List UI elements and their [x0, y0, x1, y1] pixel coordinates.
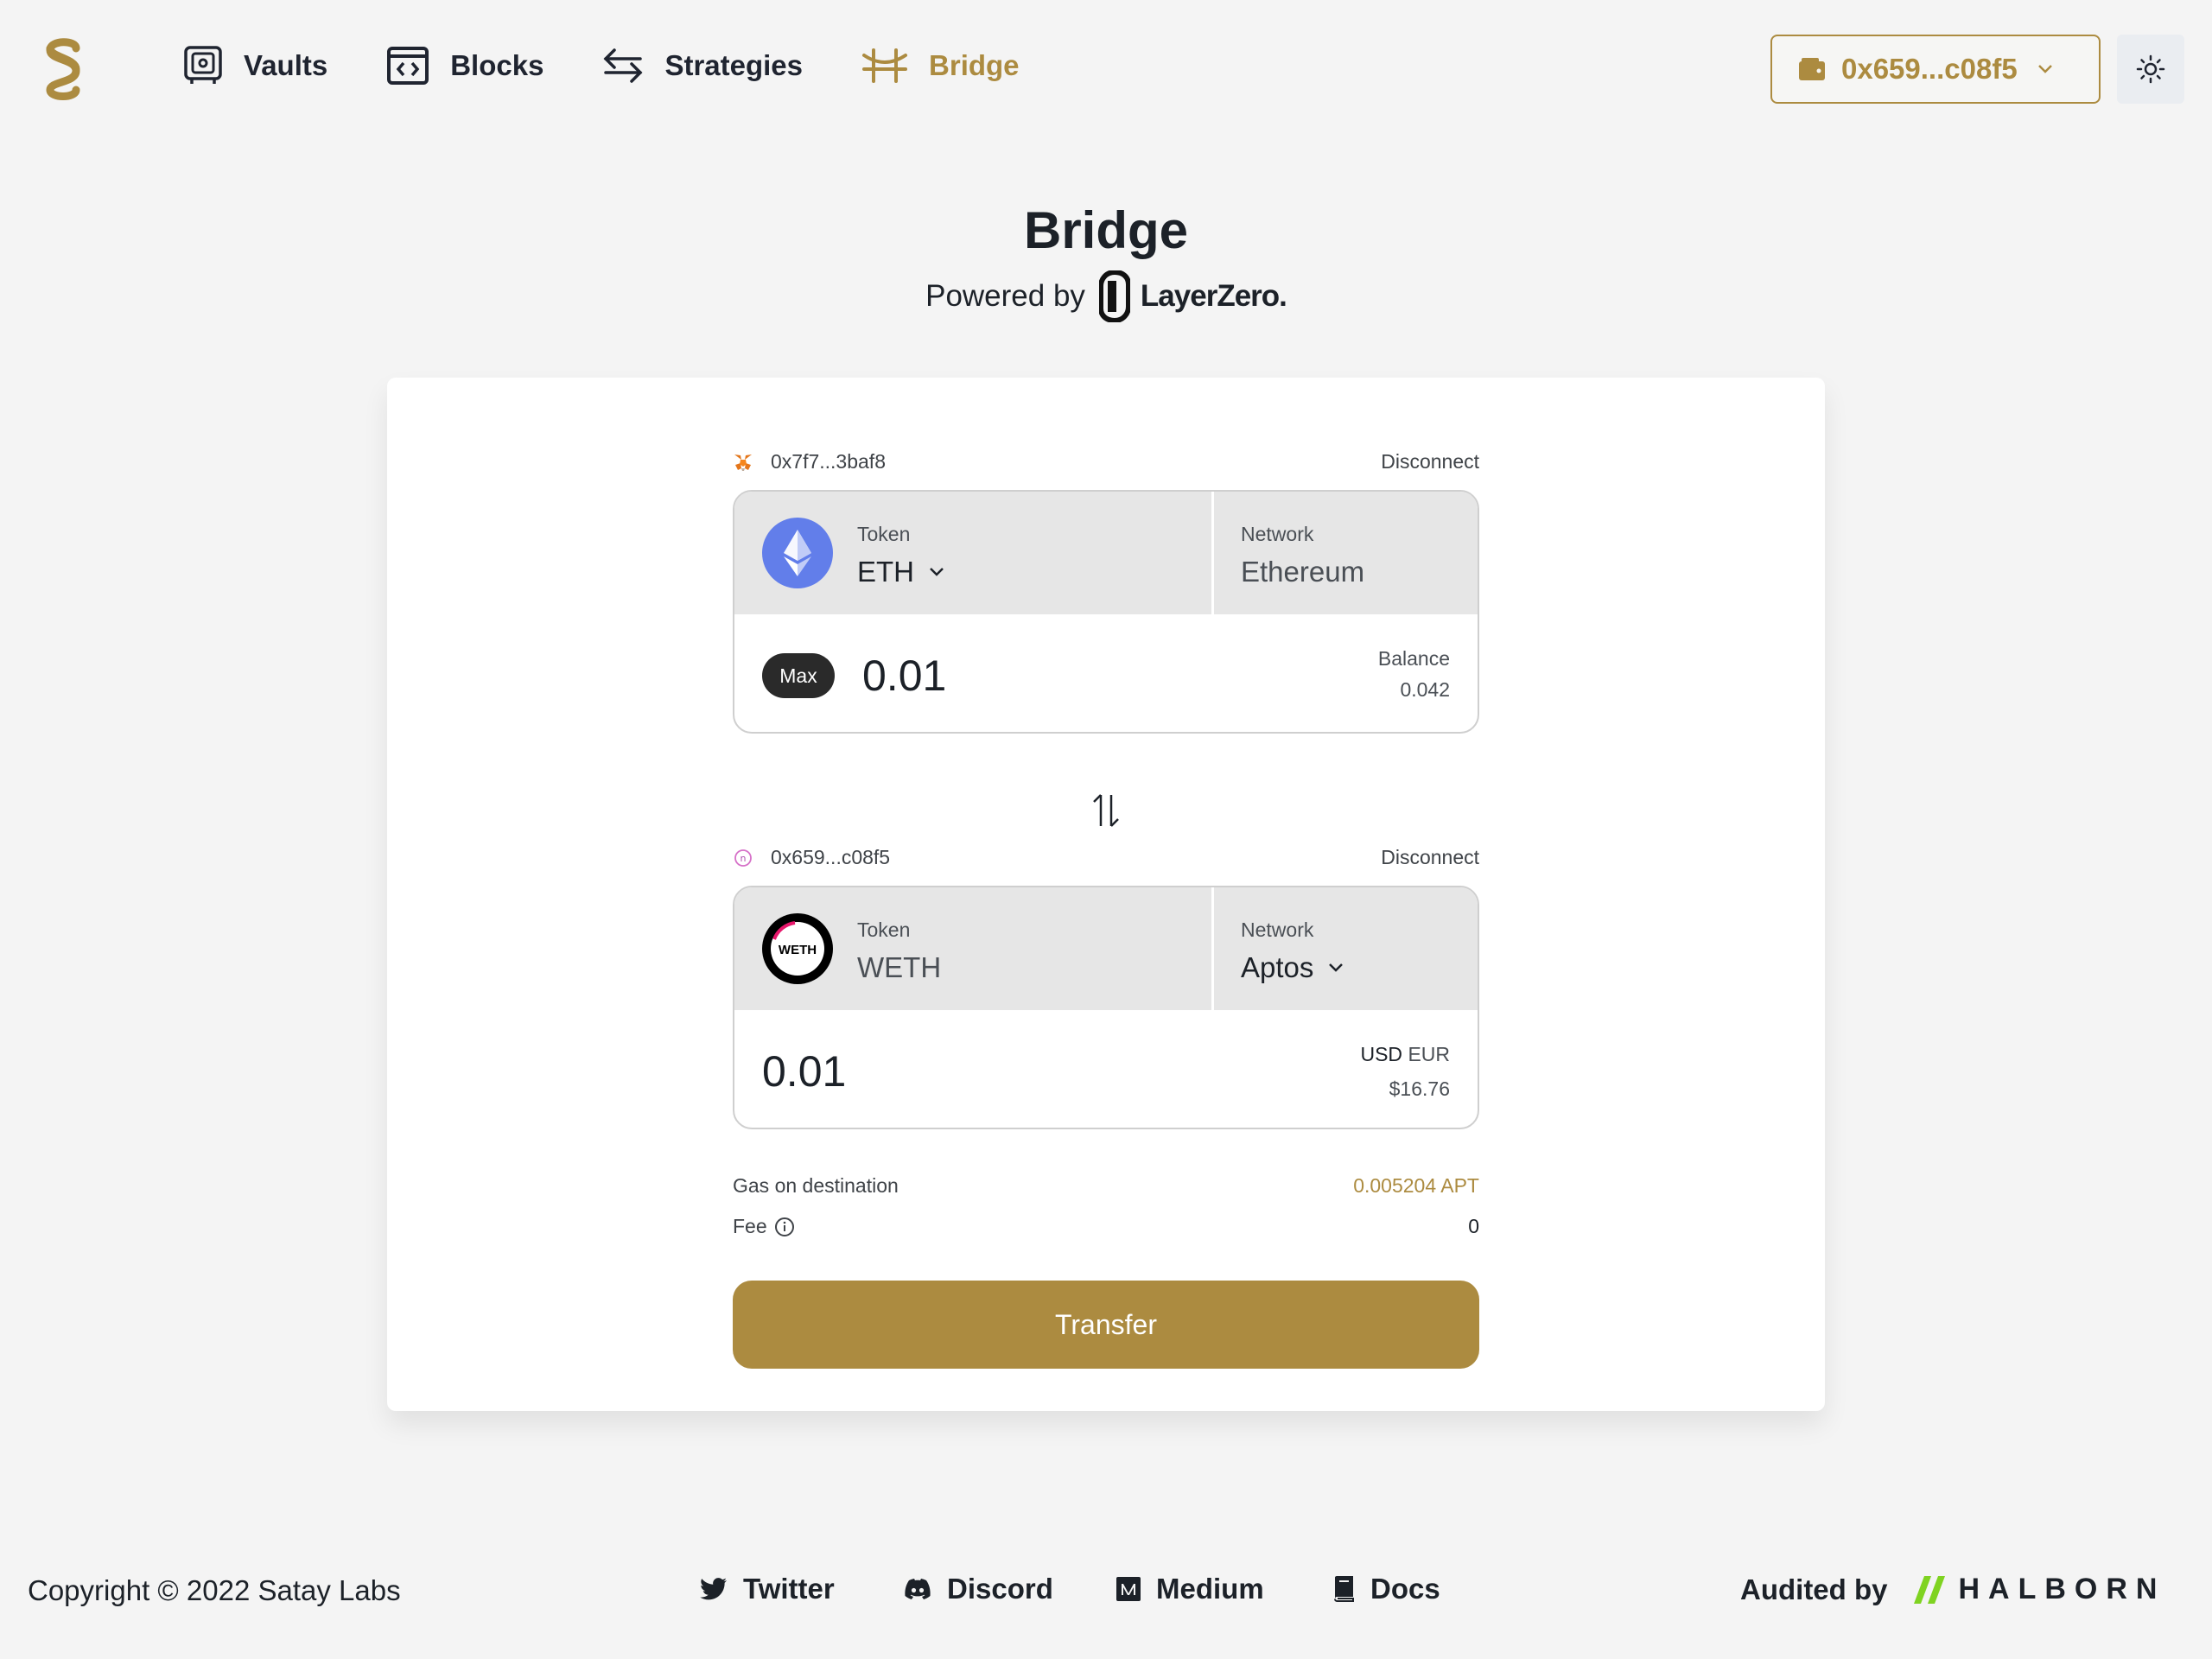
info-icon[interactable] [774, 1217, 795, 1237]
source-wallet-row: 0x7f7...3baf8 Disconnect [733, 450, 1479, 474]
page-title: Bridge [1023, 201, 1189, 259]
powered-by-label: Powered by [925, 279, 1085, 313]
fee-row: Fee 0 [733, 1215, 1479, 1238]
aptos-wallet-icon: n [733, 848, 753, 868]
destination-network-value: Aptos [1241, 951, 1314, 983]
discord-icon [905, 1579, 931, 1599]
footer-link-discord[interactable]: Discord [904, 1573, 1053, 1605]
max-button[interactable]: Max [762, 653, 835, 698]
metamask-icon [733, 452, 753, 473]
nav-label-strategies: Strategies [664, 49, 804, 81]
destination-panel: WETH Token WETH Network Aptos 0.01 USD E… [733, 886, 1479, 1129]
satay-logo-icon [46, 38, 80, 100]
currency-eur[interactable]: EUR [1408, 1043, 1450, 1065]
gas-label: Gas on destination [733, 1174, 899, 1197]
layerzero-logo-icon [1098, 270, 1130, 322]
fiat-value: $16.76 [1389, 1077, 1450, 1100]
nav-label-bridge: Bridge [929, 49, 1020, 81]
footer-link-medium[interactable]: Medium [1116, 1573, 1264, 1605]
destination-network-select[interactable]: Aptos [1241, 951, 1344, 984]
nav-item-blocks[interactable]: Blocks [386, 46, 543, 86]
satay-logo[interactable] [33, 36, 93, 102]
chevron-down-icon [1329, 963, 1344, 972]
source-wallet-address: 0x7f7...3baf8 [771, 450, 886, 473]
footer-link-docs[interactable]: Docs [1332, 1573, 1440, 1605]
destination-wallet-row: n 0x659...c08f5 Disconnect [733, 846, 1479, 869]
fee-value: 0 [1468, 1215, 1479, 1237]
copyright-text: Copyright © 2022 Satay Labs [28, 1574, 401, 1606]
main-nav: Vaults Blocks Strategies Bridge [183, 45, 1078, 86]
balance-value: 0.042 [1400, 678, 1450, 701]
nav-item-bridge[interactable]: Bridge [861, 47, 1020, 85]
nav-item-strategies[interactable]: Strategies [602, 47, 803, 85]
destination-amount: 0.01 [762, 1047, 847, 1096]
destination-token-label: Token [857, 918, 911, 941]
destination-network-label: Network [1241, 918, 1314, 941]
weth-icon-text: WETH [779, 943, 817, 957]
destination-disconnect-link[interactable]: Disconnect [1381, 846, 1479, 869]
code-block-icon [387, 47, 429, 85]
swap-arrows-icon [1093, 794, 1119, 827]
transfer-button[interactable]: Transfer [733, 1281, 1479, 1369]
wallet-address: 0x659...c08f5 [1841, 53, 2018, 85]
vault-icon [184, 46, 222, 84]
nav-label-vaults: Vaults [244, 49, 328, 81]
swap-direction-button[interactable] [1090, 791, 1122, 830]
gas-row: Gas on destination 0.005204 APT [733, 1174, 1479, 1198]
wallet-dropdown-button[interactable]: 0x659...c08f5 [1770, 35, 2101, 104]
powered-by: Powered by LayerZero. [0, 270, 2212, 322]
source-amount-input[interactable]: 0.01 [862, 651, 946, 701]
destination-wallet-address: 0x659...c08f5 [771, 846, 891, 868]
sun-icon [2136, 54, 2165, 84]
balance-label: Balance [1377, 647, 1450, 670]
source-panel: Token ETH Network Ethereum Max 0.01 Bala… [733, 490, 1479, 734]
chevron-down-icon [2037, 65, 2052, 73]
source-token-value: ETH [857, 556, 914, 588]
discord-label: Discord [947, 1573, 1053, 1605]
source-network-label: Network [1241, 523, 1314, 545]
footer-link-twitter[interactable]: Twitter [700, 1573, 835, 1605]
book-icon [1334, 1576, 1354, 1602]
fee-label: Fee [733, 1215, 767, 1237]
layerzero-wordmark: LayerZero. [1140, 279, 1287, 313]
halborn-logo[interactable]: HALBORN [1913, 1573, 2166, 1606]
eth-token-icon [762, 518, 833, 588]
svg-text:n: n [741, 853, 747, 864]
arrows-exchange-icon [603, 48, 643, 83]
source-token-select[interactable]: ETH [857, 556, 945, 588]
currency-toggle: USD EUR [1360, 1043, 1450, 1066]
twitter-icon [700, 1578, 727, 1600]
docs-label: Docs [1370, 1573, 1440, 1605]
source-token-label: Token [857, 523, 911, 545]
gas-value: 0.005204 APT [1353, 1174, 1479, 1197]
twitter-label: Twitter [743, 1573, 835, 1605]
medium-label: Medium [1156, 1573, 1264, 1605]
weth-token-icon: WETH [762, 913, 833, 984]
nav-item-vaults[interactable]: Vaults [183, 45, 327, 86]
source-network-value: Ethereum [1241, 556, 1365, 588]
source-disconnect-link[interactable]: Disconnect [1381, 450, 1479, 474]
destination-token-value: WETH [857, 951, 942, 983]
currency-usd[interactable]: USD [1360, 1043, 1402, 1065]
source-panel-header [734, 492, 1478, 614]
destination-panel-header [734, 887, 1478, 1010]
halborn-wordmark: HALBORN [1958, 1573, 2166, 1605]
wallet-icon [1799, 58, 1825, 80]
nav-label-blocks: Blocks [450, 49, 544, 81]
bridge-icon [862, 48, 908, 83]
audited-by-label: Audited by [1740, 1573, 1888, 1605]
theme-toggle-button[interactable] [2117, 35, 2184, 104]
medium-icon [1116, 1577, 1141, 1601]
audited-by: Audited by HALBORN [1740, 1573, 2165, 1606]
halborn-slashes-icon [1913, 1575, 1945, 1604]
chevron-down-icon [930, 568, 944, 576]
